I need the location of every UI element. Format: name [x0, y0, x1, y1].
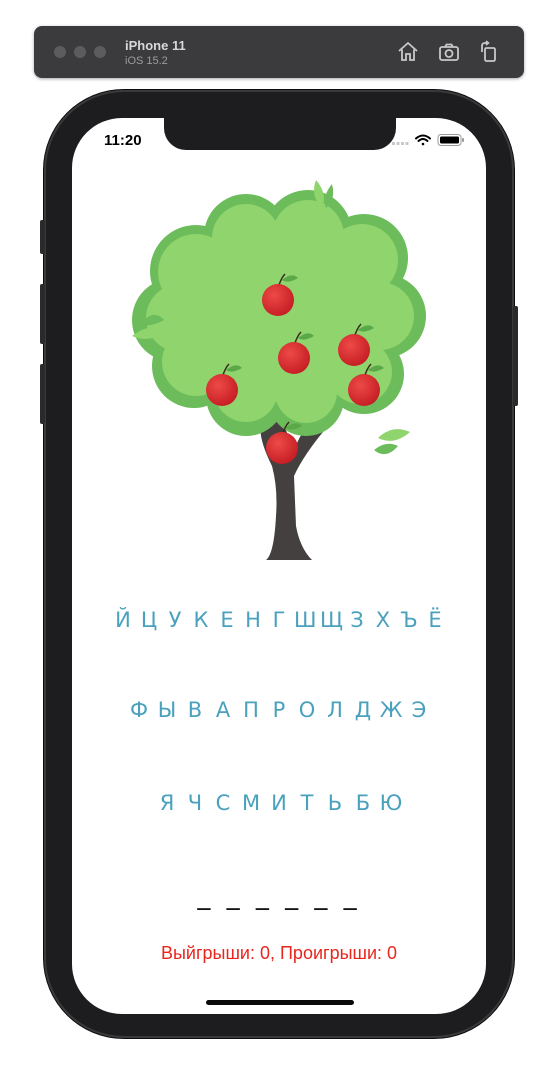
letter-key[interactable]: Ь [323, 790, 347, 816]
letter-key[interactable]: М [239, 790, 263, 816]
letter-key[interactable]: Ф [127, 697, 151, 723]
volume-down-button [40, 364, 45, 424]
letter-key[interactable]: Ч [183, 790, 207, 816]
letter-key[interactable]: Ш [294, 607, 316, 633]
signal-icon [392, 142, 409, 145]
home-indicator[interactable] [206, 1000, 354, 1005]
letter-key[interactable]: Й [112, 607, 134, 633]
letter-key[interactable]: Л [323, 697, 347, 723]
letter-key[interactable]: Ъ [398, 607, 420, 633]
letter-key[interactable]: И [267, 790, 291, 816]
letter-key[interactable]: С [211, 790, 235, 816]
volume-up-button [40, 284, 45, 344]
device-name: iPhone 11 [125, 38, 186, 53]
letter-key[interactable]: Т [295, 790, 319, 816]
letter-key[interactable]: Ц [138, 607, 160, 633]
keyboard-row-1: ЙЦУКЕНГШЩЗХЪЁ [72, 607, 486, 633]
app-screen: 11:20 Й Ц У К Е Н Г Ш Щ З Х Ъ Ё Ф Ы В А … [72, 118, 486, 1014]
score-label: Выйгрыши: 0, Проигрыши: 0 [160, 943, 398, 963]
letter-key[interactable]: О [295, 697, 319, 723]
hidden-word: _ _ _ _ _ _ [197, 881, 361, 911]
letter-key[interactable]: Э [407, 697, 431, 723]
apple-tree-icon [132, 180, 426, 560]
letter-key[interactable]: У [164, 607, 186, 633]
letter-key[interactable]: В [183, 697, 207, 723]
letter-key[interactable]: Ж [379, 697, 403, 723]
rotate-icon[interactable] [477, 40, 501, 64]
wifi-icon [415, 134, 431, 146]
notch [164, 118, 396, 150]
status-time: 11:20 [104, 132, 142, 149]
letter-key[interactable]: Д [351, 697, 375, 723]
status-icons [392, 134, 464, 146]
letter-key[interactable]: Н [242, 607, 264, 633]
letter-key[interactable]: Ю [379, 790, 403, 816]
keyboard-row-3: ЯЧСМИТЬБЮ [72, 790, 486, 816]
battery-icon [437, 134, 464, 146]
os-version: iOS 15.2 [125, 55, 168, 67]
screenshot-icon[interactable] [437, 40, 461, 64]
letter-key[interactable]: Г [268, 607, 290, 633]
close-window-button[interactable] [54, 46, 66, 58]
home-icon[interactable] [396, 40, 420, 64]
letter-key[interactable]: З [346, 607, 368, 633]
letter-key[interactable]: А [211, 697, 235, 723]
letter-key[interactable]: Щ [320, 607, 343, 633]
letter-key[interactable]: Р [267, 697, 291, 723]
simulator-toolbar: iPhone 11 iOS 15.2 [34, 26, 524, 78]
letter-key[interactable]: К [190, 607, 212, 633]
side-button [40, 220, 45, 254]
letter-key[interactable]: Е [216, 607, 238, 633]
letter-key[interactable]: П [239, 697, 263, 723]
letter-key[interactable]: Я [155, 790, 179, 816]
minimize-window-button[interactable] [74, 46, 86, 58]
letter-key[interactable]: Ё [424, 607, 446, 633]
power-button [513, 306, 518, 406]
keyboard-row-2: ФЫВАПРОЛДЖЭ [72, 697, 486, 723]
letter-key[interactable]: Б [351, 790, 375, 816]
letter-key[interactable]: Х [372, 607, 394, 633]
letter-key[interactable]: Ы [155, 697, 179, 723]
zoom-window-button[interactable] [94, 46, 106, 58]
